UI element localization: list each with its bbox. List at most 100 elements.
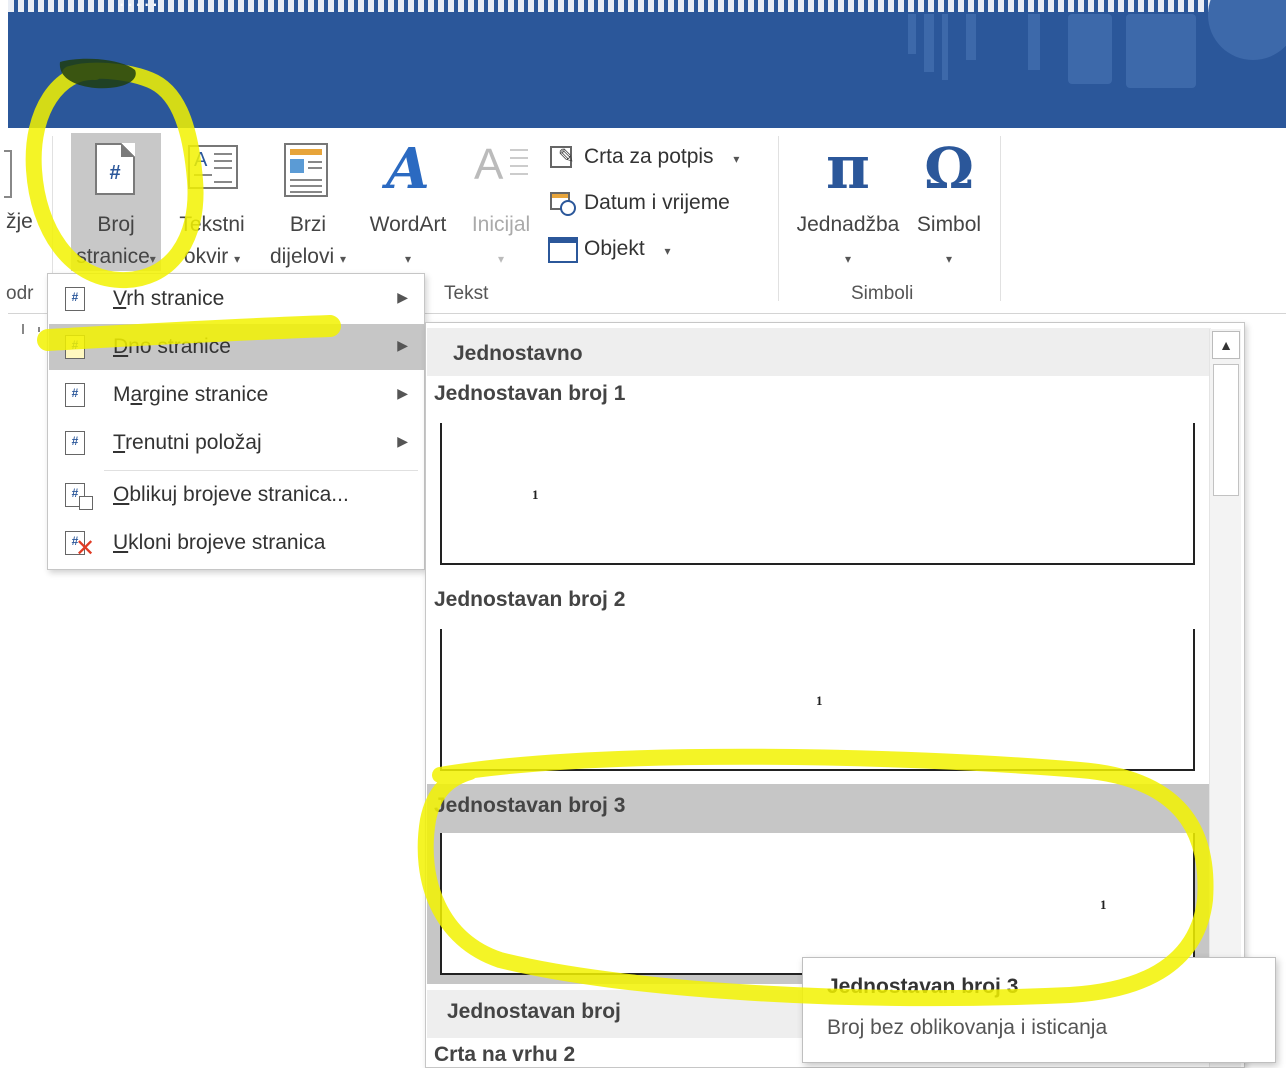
tooltip-title: Jednostavan broj 3 (827, 975, 1019, 998)
title-bar-decoration (942, 14, 948, 80)
date-time-label: Datum i vrijeme (584, 191, 730, 214)
text-box-label-line1: Tekstni (179, 213, 245, 236)
page-margin-number-icon (65, 383, 85, 407)
menu-item-top-of-page[interactable]: Vrh stranice ▶ (49, 276, 424, 322)
title-bar: ····· (8, 0, 1286, 128)
scroll-thumb[interactable] (1213, 364, 1239, 496)
menu-item-page-margins[interactable]: Margine stranice ▶ (49, 372, 424, 418)
date-time-button[interactable]: Datum i vrijeme (548, 188, 730, 218)
chevron-down-icon: ▾ (497, 252, 505, 266)
quick-parts-label-line1: Brzi (289, 213, 327, 236)
gallery-section-title: Jednostavno (453, 342, 583, 365)
title-bar-decoration (924, 14, 934, 72)
submenu-arrow-icon: ▶ (397, 385, 408, 401)
menu-item-label: Margine stranice (113, 383, 269, 406)
symbol-button[interactable]: Ω Simbol ▾ (906, 133, 992, 271)
omega-icon: Ω (924, 136, 974, 202)
menu-item-label: Dno stranice (113, 335, 231, 358)
title-bar-decoration (908, 14, 916, 54)
footer-button-label: žje (6, 210, 33, 233)
submenu-arrow-icon: ▶ (397, 289, 408, 305)
gallery-section-title: Jednostavan broj (447, 1000, 621, 1023)
date-time-icon (548, 190, 578, 217)
text-box-icon: A (188, 145, 238, 189)
gallery-item-preview: 1 (440, 833, 1195, 975)
quick-parts-button[interactable]: Brzi dijelovi ▾ (258, 133, 358, 271)
title-bar-decoration (1126, 14, 1196, 88)
chevron-down-icon: ▾ (340, 252, 347, 266)
title-bar-decoration (1208, 0, 1286, 60)
text-box-button[interactable]: A Tekstni okvir ▾ (170, 133, 254, 271)
partial-button-left-edge[interactable] (4, 150, 12, 198)
scroll-up-icon[interactable]: ▲ (1212, 331, 1240, 359)
pi-icon: π (826, 133, 870, 203)
preview-page-number: 1 (532, 487, 539, 502)
gallery-item-title: Jednostavan broj 2 (434, 588, 626, 611)
gallery-item-title: Jednostavan broj 1 (434, 382, 626, 405)
menu-separator (104, 470, 418, 471)
group-label-symbols: Simboli (851, 283, 914, 304)
close-icon: ✕ (75, 535, 96, 562)
chevron-down-icon: ▾ (733, 152, 740, 166)
footer-button-cut[interactable]: žje (6, 206, 33, 238)
page-number-icon: # (95, 143, 135, 195)
wordart-label: WordArt (369, 213, 447, 236)
quick-parts-icon (284, 143, 328, 197)
gallery-item-preview: 1 (440, 629, 1195, 771)
chevron-down-icon: ▾ (404, 252, 412, 266)
menu-item-label: Ukloni brojeve stranica (113, 531, 326, 554)
menu-item-bottom-of-page[interactable]: Dno stranice ▶ (49, 324, 424, 370)
format-grid-icon (79, 496, 93, 510)
preview-page-number: 1 (1100, 897, 1107, 912)
page-bottom-number-icon (65, 335, 85, 359)
chevron-down-icon: ▾ (149, 252, 156, 266)
wordart-icon: A (386, 136, 430, 202)
menu-item-current-position[interactable]: Trenutni položaj ▶ (49, 420, 424, 466)
preview-page-number: 1 (816, 693, 823, 708)
menu-item-label: Oblikuj brojeve stranica... (113, 483, 349, 506)
object-button[interactable]: Objekt ▾ (548, 234, 671, 266)
text-box-label-line2: okvir ▾ (183, 245, 241, 268)
gallery-item-simple-3[interactable]: Jednostavan broj 3 1 (426, 784, 1211, 984)
gallery-item-title[interactable]: Crta na vrhu 2 (434, 1043, 575, 1067)
equation-label: Jednadžba (796, 213, 900, 236)
gallery-item-title: Jednostavan broj 3 (434, 794, 626, 817)
symbol-label: Simbol (916, 213, 982, 236)
drop-cap-label: Inicijal (471, 213, 531, 236)
horizontal-ruler (8, 322, 48, 338)
page-number-label-line2: stranice▾ (76, 245, 156, 268)
page-number-menu: Vrh stranice ▶ Dno stranice ▶ Margine st… (47, 273, 425, 570)
menu-item-format-page-numbers[interactable]: Oblikuj brojeve stranica... (49, 472, 424, 518)
signature-line-label: Crta za potpis (584, 145, 714, 168)
tooltip-description: Broj bez oblikovanja i isticanja (827, 1016, 1108, 1039)
group-label-text: Tekst (444, 283, 489, 304)
wordart-button[interactable]: A WordArt ▾ (360, 133, 456, 271)
gallery-item-simple-2[interactable]: Jednostavan broj 2 1 (426, 582, 1210, 774)
group-separator (1000, 136, 1001, 301)
group-separator (778, 136, 779, 301)
signature-line-button[interactable]: ✎ Crta za potpis ▾ (548, 142, 739, 174)
title-bar-decoration (1068, 14, 1112, 84)
title-bar-decoration (1028, 14, 1040, 70)
page-number-label-line1: Broj (97, 213, 135, 236)
gallery-item-preview: 1 (440, 423, 1195, 565)
gallery-item-simple-1[interactable]: Jednostavan broj 1 1 (426, 376, 1210, 568)
page-number-button[interactable]: # Broj stranice▾ (71, 133, 161, 271)
tooltip: Jednostavan broj 3 Broj bez oblikovanja … (802, 957, 1276, 1063)
submenu-arrow-icon: ▶ (397, 337, 408, 353)
drop-cap-button[interactable]: A Inicijal ▾ (460, 133, 542, 271)
object-label: Objekt (584, 237, 645, 260)
title-bar-partial-text: ····· (118, 0, 160, 16)
quick-parts-label-line2: dijelovi ▾ (269, 245, 347, 268)
menu-item-remove-page-numbers[interactable]: ✕ Ukloni brojeve stranica (49, 520, 424, 566)
gallery-section-header: Jednostavno (427, 328, 1211, 376)
object-icon (548, 236, 578, 264)
signature-line-icon: ✎ (548, 144, 578, 170)
submenu-arrow-icon: ▶ (397, 433, 408, 449)
chevron-down-icon: ▾ (234, 252, 241, 266)
drop-cap-icon: A (474, 140, 504, 189)
menu-item-label: Vrh stranice (113, 287, 225, 310)
equation-button[interactable]: π Jednadžba ▾ (788, 133, 908, 271)
group-label-header-footer-cut: odr (6, 283, 34, 304)
page-top-number-icon (65, 287, 85, 311)
